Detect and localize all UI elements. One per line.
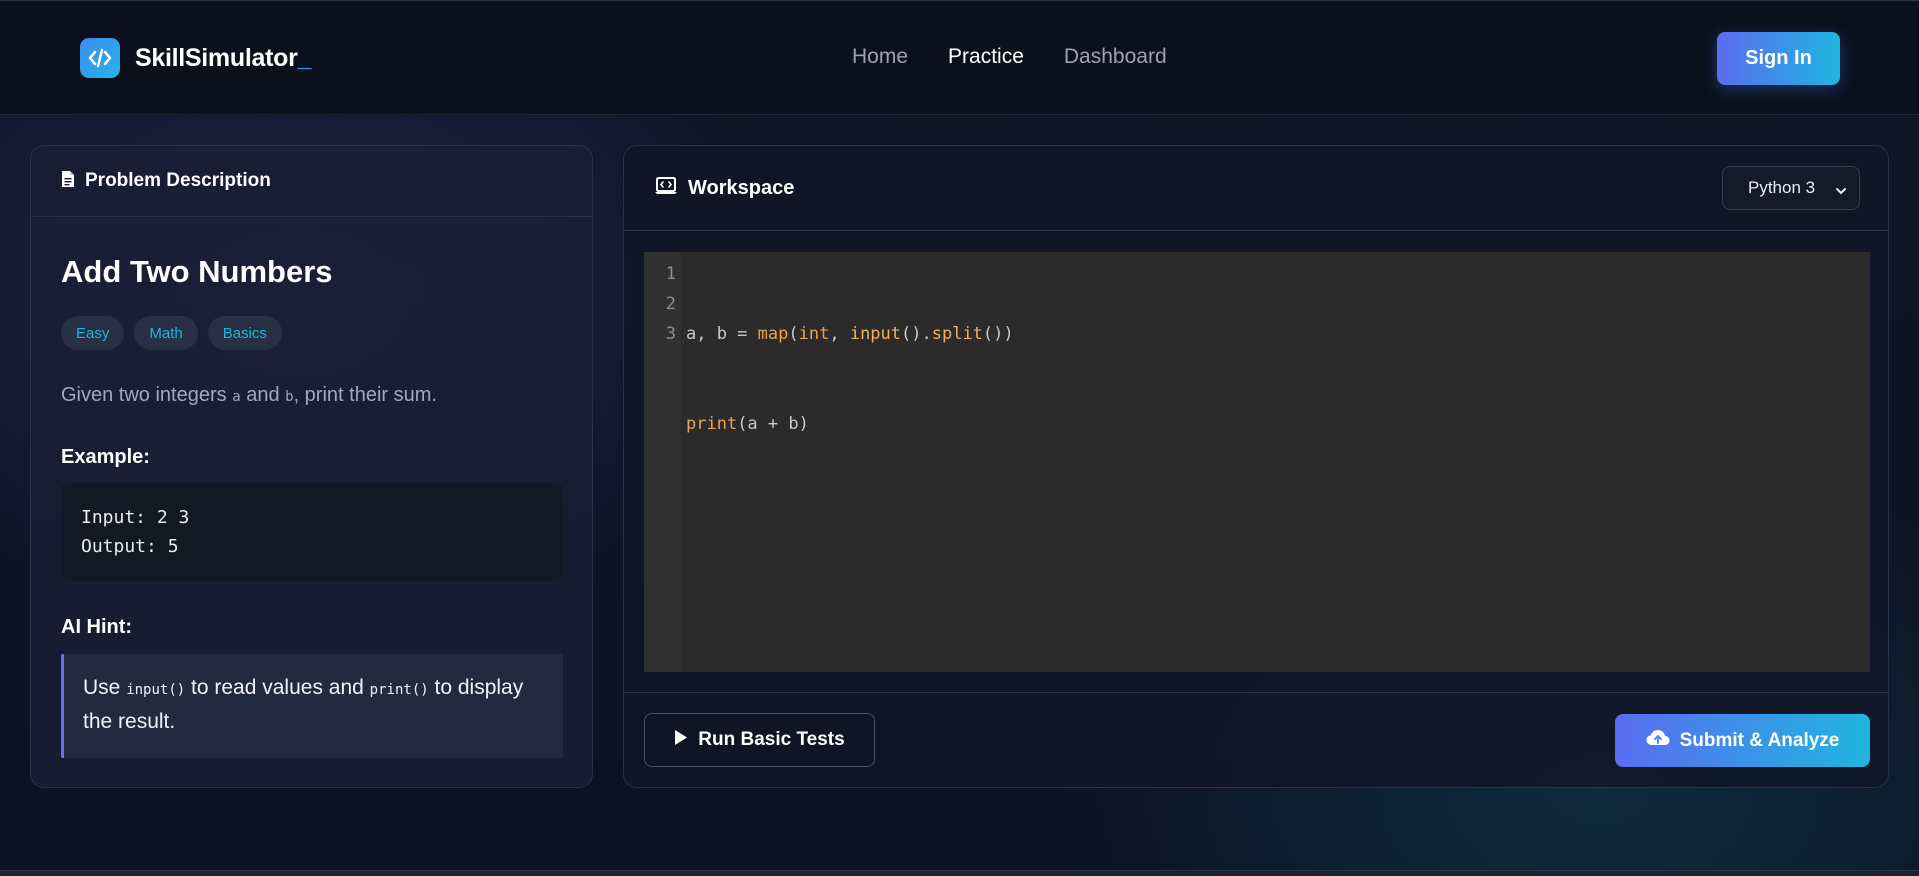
brand-cursor: _	[297, 43, 312, 72]
workspace-footer: Run Basic Tests Submit & Analyze	[624, 692, 1888, 787]
workspace-header: Workspace Python 3	[624, 146, 1888, 231]
laptop-code-icon	[654, 176, 678, 201]
example-output: Output: 5	[81, 536, 179, 557]
nav-link-dashboard[interactable]: Dashboard	[1064, 45, 1167, 69]
submit-analyze-label: Submit & Analyze	[1679, 729, 1840, 751]
tag-category[interactable]: Basics	[207, 316, 282, 350]
run-tests-button[interactable]: Run Basic Tests	[644, 713, 875, 767]
example-input: Input: 2 3	[81, 507, 190, 528]
code-content[interactable]: a, b = map(int, input().split()) print(a…	[681, 252, 1014, 672]
workspace-title-wrap: Workspace	[654, 176, 794, 201]
problem-panel-title: Problem Description	[85, 170, 271, 191]
code-icon	[80, 38, 120, 78]
chevron-down-icon	[1835, 182, 1847, 202]
problem-panel-header: Problem Description	[31, 146, 592, 217]
line-number: 3	[665, 324, 676, 344]
line-number: 2	[665, 294, 676, 314]
brand[interactable]: SkillSimulator_	[80, 38, 311, 78]
var-a: a	[232, 389, 241, 405]
tag-difficulty[interactable]: Easy	[61, 316, 125, 350]
submit-analyze-button[interactable]: Submit & Analyze	[1615, 714, 1870, 767]
language-select[interactable]: Python 3	[1722, 166, 1860, 210]
problem-title: Add Two Numbers	[61, 254, 333, 289]
problem-tags: Easy Math Basics	[61, 316, 292, 350]
language-select-value: Python 3	[1748, 178, 1816, 197]
play-icon	[674, 729, 688, 752]
brand-name: SkillSimulator_	[135, 43, 312, 72]
code-editor[interactable]: 1 2 3 a, b = map(int, input().split()) p…	[644, 252, 1870, 672]
tag-topic[interactable]: Math	[134, 316, 198, 350]
hint-text: Use input() to read values and print() t…	[83, 676, 524, 733]
hint-code-print: print()	[369, 682, 429, 698]
problem-description: Given two integers a and b, print their …	[61, 384, 437, 406]
hint-label: AI Hint:	[61, 616, 133, 638]
problem-panel: Problem Description Add Two Numbers Easy…	[30, 145, 593, 788]
code-line-1: a, b = map(int, input().split())	[686, 324, 1014, 344]
hint-box: Use input() to read values and print() t…	[61, 654, 563, 758]
var-b: b	[285, 389, 294, 405]
nav-link-practice[interactable]: Practice	[948, 45, 1024, 69]
document-icon	[61, 170, 75, 193]
hint-code-input: input()	[126, 682, 186, 698]
sign-in-button[interactable]: Sign In	[1717, 32, 1840, 85]
code-line-2: print(a + b)	[686, 414, 809, 434]
line-number: 1	[665, 264, 676, 284]
run-tests-label: Run Basic Tests	[698, 729, 845, 750]
example-box: Input: 2 3 Output: 5	[61, 483, 563, 581]
bottom-divider	[0, 870, 1919, 876]
cloud-upload-icon	[1646, 729, 1670, 752]
navbar: SkillSimulator_ Home Practice Dashboard …	[0, 0, 1919, 115]
workspace-title: Workspace	[688, 177, 795, 199]
example-label: Example:	[61, 446, 150, 468]
line-number-gutter: 1 2 3	[644, 252, 681, 672]
nav-link-home[interactable]: Home	[852, 45, 908, 69]
nav-links: Home Practice Dashboard	[852, 45, 1207, 69]
workspace-panel: Workspace Python 3 1 2 3 a, b = map(int,…	[623, 145, 1889, 788]
